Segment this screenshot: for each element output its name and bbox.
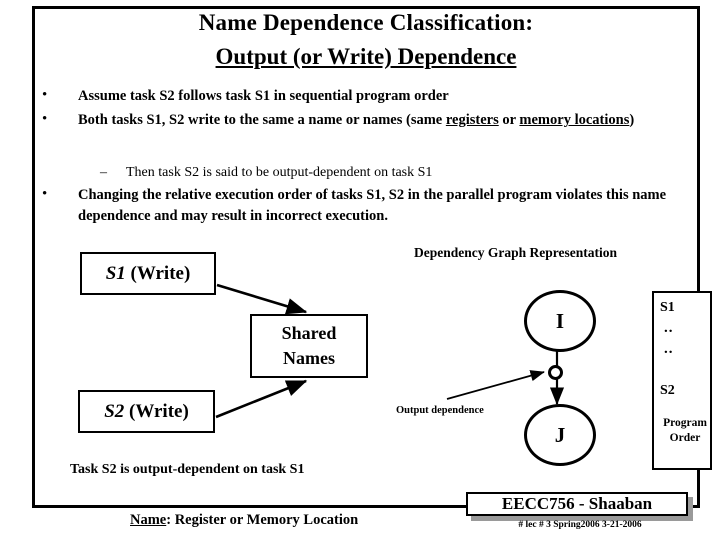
box-s2-write-label-roman: (Write) [124,400,189,422]
box-s2-write-label-italic: S2 [104,400,125,422]
box-s2-write-label: S2 (Write) [104,401,189,423]
bullet-item-1: • Assume task S2 follows task S1 in sequ… [42,86,682,107]
page-title-line-2-text: Output (or Write) Dependence [215,44,517,69]
bullet-item-2: • Both tasks S1, S2 write to the same a … [42,110,682,131]
box-s1-write-label: S1 (Write) [106,263,191,285]
bullet-marker-icon: • [42,87,48,103]
box-s1-write: S1 (Write) [80,252,216,295]
graph-node-i-label: I [555,308,565,333]
box-s1-write-label-italic: S1 [105,262,126,284]
program-order-caption: Program Order [658,416,712,446]
bullet-marker-icon: • [42,111,48,127]
program-order-last-task: S2 [660,383,675,398]
bullet-2-underlined-registers: registers [445,112,499,128]
graph-node-j-label: J [554,422,566,447]
program-order-dots-1: .. [664,320,674,336]
name-definition: Name: Register or Memory Location [130,512,358,529]
sub-bullet-item-1: – Then task S2 is said to be output-depe… [100,163,680,183]
program-order-caption-line-2: Order [669,432,701,444]
box-shared-names-line-2: Names [283,348,335,368]
output-dependence-label: Output dependence [396,405,484,416]
footer-badge: EECC756 - Shaaban [466,492,693,521]
bullet-marker-icon: • [42,186,48,202]
conclusion-text: Task S2 is output-dependent on task S1 [70,462,305,477]
program-order-caption-line-1: Program [663,417,707,429]
box-shared-names: Shared Names [250,314,368,378]
sub-bullet-item-1-text: Then task S2 is said to be output-depend… [126,165,433,180]
page-title-line-2: Output (or Write) Dependence [32,44,700,70]
name-definition-label: Name [130,512,167,528]
footer-badge-text: EECC756 - Shaaban [501,494,653,513]
graph-node-j: J [524,404,596,466]
bullet-item-2-text: Both tasks S1, S2 write to the same a na… [78,110,682,131]
bullet-2-underlined-memory-locations: memory locations [519,112,630,128]
program-order-box: S1 .. .. S2 Program Order [652,291,712,470]
bullet-item-1-text: Assume task S2 follows task S1 in sequen… [78,88,449,104]
graph-node-i: I [524,290,596,352]
box-s1-write-label-roman: (Write) [125,262,191,284]
footer-badge-box: EECC756 - Shaaban [466,492,688,516]
output-dependence-marker-icon [548,365,563,380]
name-definition-rest: : Register or Memory Location [166,512,359,528]
bullet-2-segment-1: Both tasks S1, S2 write to the same a na… [78,112,446,128]
box-s2-write: S2 (Write) [78,390,215,433]
program-order-first-task: S1 [660,300,675,315]
bullet-item-3: • Changing the relative execution order … [42,185,682,227]
page-title-line-1: Name Dependence Classification: [198,10,534,35]
box-shared-names-line-1: Shared [281,323,337,343]
program-order-dots-2: .. [664,341,674,357]
bullet-item-3-text: Changing the relative execution order of… [78,187,667,224]
dash-marker-icon: – [100,165,107,180]
bullet-2-segment-2: or [498,112,520,128]
footer-meta: # lec # 3 Spring2006 3-21-2006 [518,520,642,530]
dependency-graph-title: Dependency Graph Representation [414,245,618,260]
bullet-2-segment-3: ) [629,112,635,128]
